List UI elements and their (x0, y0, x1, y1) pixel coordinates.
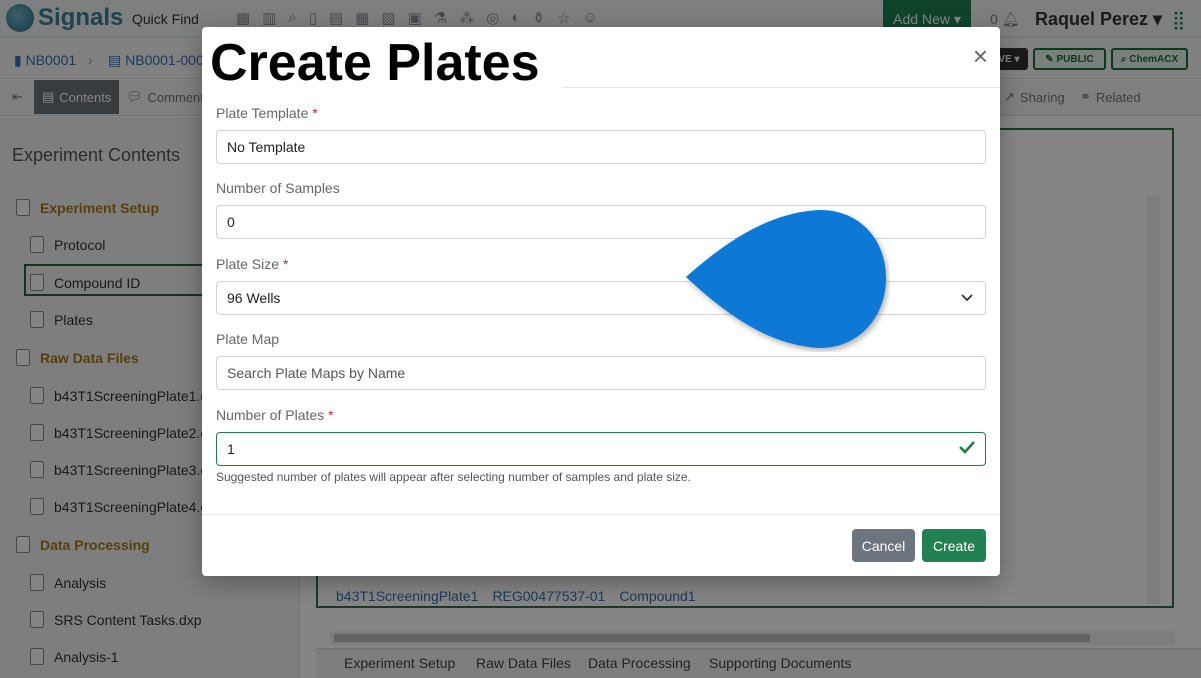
plate-map-label: Plate Map (216, 331, 280, 347)
check-icon (959, 439, 975, 459)
required-marker: * (312, 105, 318, 121)
close-icon[interactable]: × (973, 41, 988, 72)
plate-size-label: Plate Size * (216, 256, 288, 272)
required-marker: * (282, 256, 289, 272)
plate-template-label: Plate Template * (216, 105, 318, 121)
cancel-button[interactable]: Cancel (852, 529, 915, 562)
number-of-plates-input[interactable]: 1 (216, 432, 986, 466)
number-of-plates-label-text: Number of Plates (216, 407, 325, 423)
plate-template-field[interactable]: No Template (216, 130, 986, 164)
number-of-plates-help: Suggested number of plates will appear a… (216, 470, 691, 484)
number-of-samples-label: Number of Samples (216, 180, 340, 196)
number-of-plates-label: Number of Plates * (216, 407, 334, 423)
header-divider (562, 87, 1000, 88)
plate-map-search-input[interactable]: Search Plate Maps by Name (216, 356, 986, 390)
number-of-plates-value: 1 (227, 441, 235, 457)
pointer-marker-icon (686, 210, 886, 348)
chevron-down-icon (961, 290, 973, 305)
required-marker: * (328, 407, 334, 423)
footer-divider (202, 514, 1000, 515)
create-button[interactable]: Create (922, 529, 986, 562)
plate-template-label-text: Plate Template (216, 105, 309, 121)
dialog-title: Create Plates (210, 34, 540, 92)
plate-size-label-text: Plate Size (216, 256, 280, 272)
plate-size-value: 96 Wells (227, 290, 281, 306)
